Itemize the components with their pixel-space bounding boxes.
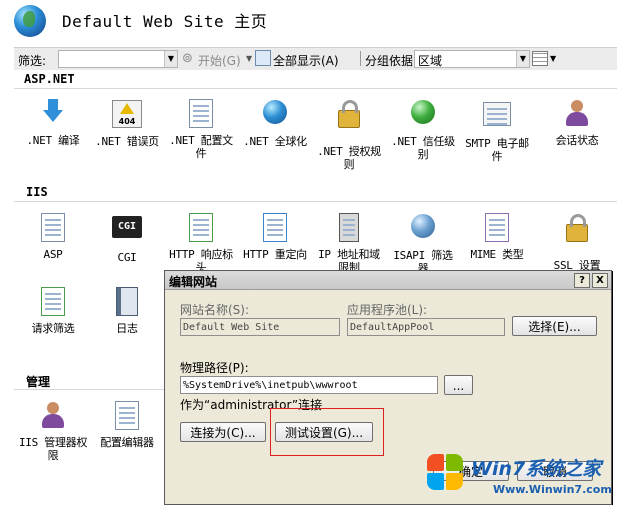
feature-http-redirect[interactable]: HTTP 重定向: [240, 212, 310, 261]
show-all-icon: [255, 50, 271, 66]
feature-ssl-settings[interactable]: SSL 设置: [542, 212, 612, 272]
chevron-down-icon: ▼: [516, 51, 529, 67]
http-redirect-icon: [263, 213, 287, 242]
feature-net-trust-levels[interactable]: .NET 信任级别: [388, 98, 458, 161]
start-filter-button[interactable]: 开始(G): [198, 52, 241, 69]
watermark-url: Www.Winwin7.com: [493, 483, 612, 496]
feature-net-compilation[interactable]: .NET 编译: [18, 98, 88, 147]
feature-http-response-headers[interactable]: HTTP 响应标头: [166, 212, 236, 274]
feature-net-profile[interactable]: .NET 配置文件: [166, 98, 236, 160]
watermark: Win7系统之家 Www.Winwin7.com: [425, 450, 617, 503]
close-button[interactable]: X: [592, 273, 608, 288]
group-by-select[interactable]: 区域 ▼: [414, 50, 530, 68]
ssl-lock-icon: [566, 214, 588, 242]
feature-ip-restrictions[interactable]: IP 地址和域限制: [314, 212, 384, 274]
feature-session-state[interactable]: 会话状态: [542, 98, 612, 147]
http-headers-icon: [189, 213, 213, 242]
users-permissions-icon: [39, 401, 67, 429]
page-title: Default Web Site 主页: [62, 12, 268, 31]
browse-path-button[interactable]: ...: [444, 375, 473, 395]
mime-types-icon: [485, 213, 509, 242]
authorization-lock-icon: [338, 100, 360, 128]
help-button[interactable]: ?: [574, 273, 590, 288]
group-by-value: 区域: [418, 54, 443, 68]
ip-restrictions-icon: [339, 213, 359, 242]
feature-cgi[interactable]: CGI CGI: [92, 212, 162, 264]
highlight-annotation: [270, 408, 384, 456]
app-pool-label: 应用程序池(L):: [347, 303, 428, 317]
group-by-label: 分组依据:: [365, 54, 418, 68]
connect-as-button[interactable]: 连接为(C)...: [180, 422, 266, 442]
feature-isapi-filters[interactable]: ISAPI 筛选器: [388, 212, 458, 275]
section-divider: [14, 389, 164, 390]
binoculars-icon: ⊚: [182, 51, 193, 66]
section-title-management: 管理: [26, 375, 51, 389]
trust-level-globe-icon: [411, 100, 435, 124]
physical-path-input[interactable]: %SystemDrive%\inetpub\wwwroot: [180, 376, 438, 394]
request-filtering-icon: [41, 287, 65, 316]
site-name-field[interactable]: Default Web Site: [180, 318, 340, 336]
download-arrow-icon: [40, 99, 66, 127]
watermark-title: Win7系统之家: [471, 458, 602, 480]
section-title-aspnet: ASP.NET: [24, 72, 75, 86]
email-icon: [483, 102, 511, 126]
feature-net-error-pages[interactable]: 404 .NET 错误页: [92, 98, 162, 148]
feature-smtp-email[interactable]: SMTP 电子邮件: [462, 98, 532, 163]
logging-icon: [116, 287, 138, 316]
globe-icon: [263, 100, 287, 124]
chevron-down-icon[interactable]: ▼: [246, 54, 252, 63]
section-divider: [14, 88, 617, 89]
feature-mime-types[interactable]: MIME 类型: [462, 212, 532, 261]
config-editor-icon: [115, 401, 139, 430]
section-title-iis: IIS: [26, 185, 48, 199]
filter-label: 筛选:: [18, 54, 47, 68]
feature-request-filtering[interactable]: 请求筛选: [18, 286, 88, 335]
select-app-pool-button[interactable]: 选择(E)...: [512, 316, 597, 336]
feature-asp[interactable]: ASP: [18, 212, 88, 261]
toolbar-separator: [360, 51, 361, 66]
feature-iis-manager-permissions[interactable]: IIS 管理器权限: [18, 400, 88, 462]
session-state-icon: [563, 99, 591, 127]
filter-input[interactable]: ▼: [58, 50, 178, 68]
dialog-titlebar: 编辑网站 ? X: [165, 271, 611, 290]
physical-path-label: 物理路径(P):: [180, 361, 249, 375]
section-divider: [14, 201, 617, 202]
feature-net-globalization[interactable]: .NET 全球化: [240, 98, 310, 148]
dialog-title: 编辑网站: [169, 275, 218, 289]
feature-configuration-editor[interactable]: 配置编辑器: [92, 400, 162, 449]
error-404-icon: 404: [112, 100, 142, 128]
cgi-icon: CGI: [112, 216, 142, 238]
isapi-filters-icon: [411, 214, 435, 238]
feature-net-authorization[interactable]: .NET 授权规则: [314, 98, 384, 171]
config-file-icon: [189, 99, 213, 128]
show-all-button[interactable]: 全部显示(A): [273, 52, 339, 69]
site-name-label: 网站名称(S):: [180, 303, 250, 317]
feature-logging[interactable]: 日志: [92, 286, 162, 335]
asp-icon: [41, 213, 65, 242]
windows-logo-icon: [425, 452, 465, 492]
site-globe-icon: [14, 5, 46, 37]
filter-toolbar: 筛选: ▼ ⊚ 开始(G) ▼ 全部显示(A) 分组依据: 区域 ▼ ▼: [14, 47, 617, 71]
chevron-down-icon: ▼: [164, 51, 177, 67]
page-header: Default Web Site 主页: [0, 0, 617, 42]
view-mode-icon[interactable]: [532, 51, 548, 66]
chevron-down-icon[interactable]: ▼: [550, 54, 556, 63]
app-pool-field[interactable]: DefaultAppPool: [347, 318, 505, 336]
